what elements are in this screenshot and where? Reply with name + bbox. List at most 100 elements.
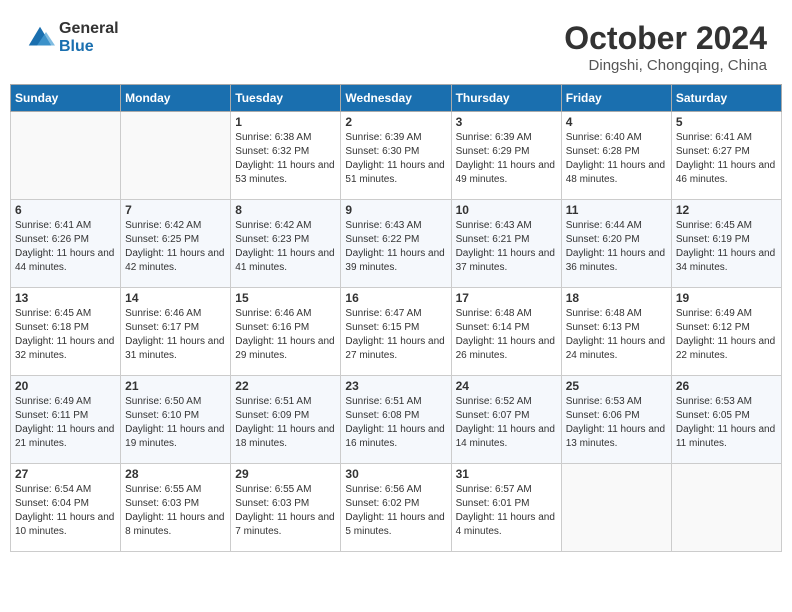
day-number: 3: [456, 115, 557, 129]
day-number: 24: [456, 379, 557, 393]
calendar-cell: 31Sunrise: 6:57 AM Sunset: 6:01 PM Dayli…: [451, 464, 561, 552]
logo-icon: [25, 23, 55, 53]
day-number: 14: [125, 291, 226, 305]
day-number: 30: [345, 467, 446, 481]
day-info: Sunrise: 6:44 AM Sunset: 6:20 PM Dayligh…: [566, 219, 667, 275]
weekday-header: Sunday: [11, 85, 121, 112]
day-number: 31: [456, 467, 557, 481]
calendar-cell: 1 Sunrise: 6:38 AM Sunset: 6:32 PM Daylig…: [231, 112, 341, 200]
day-number: 29: [235, 467, 336, 481]
day-number: 1: [235, 115, 336, 129]
calendar-week-row: 27 Sunrise: 6:54 AM Sunset: 6:04 PM Dayli…: [11, 464, 782, 552]
calendar-cell: [121, 112, 231, 200]
calendar-week-row: 13 Sunrise: 6:45 AM Sunset: 6:18 PM Dayli…: [11, 288, 782, 376]
day-number: 18: [566, 291, 667, 305]
calendar-cell: 8 Sunrise: 6:42 AM Sunset: 6:23 PM Daylig…: [231, 200, 341, 288]
day-info: Sunrise: 6:50 AM Sunset: 6:10 PM Dayligh…: [125, 395, 226, 451]
day-number: 5: [676, 115, 777, 129]
day-info: Sunrise: 6:46 AM Sunset: 6:17 PM Dayligh…: [125, 307, 226, 363]
day-number: 28: [125, 467, 226, 481]
day-info: Sunrise: 6:43 AM Sunset: 6:22 PM Dayligh…: [345, 219, 446, 275]
day-info: Sunrise: 6:41 AM Sunset: 6:27 PM Dayligh…: [676, 131, 777, 187]
page-header: General Blue October 2024 Dingshi, Chong…: [10, 10, 782, 79]
calendar-cell: [561, 464, 671, 552]
month-title: October 2024: [564, 20, 767, 57]
calendar-cell: 15 Sunrise: 6:46 AM Sunset: 6:16 PM Dayli…: [231, 288, 341, 376]
weekday-header: Friday: [561, 85, 671, 112]
day-info: Sunrise: 6:55 AM Sunset: 6:03 PM Dayligh…: [125, 483, 226, 539]
calendar-week-row: 6Sunrise: 6:41 AM Sunset: 6:26 PM Daylig…: [11, 200, 782, 288]
day-number: 9: [345, 203, 446, 217]
day-info: Sunrise: 6:45 AM Sunset: 6:19 PM Dayligh…: [676, 219, 777, 275]
day-info: Sunrise: 6:41 AM Sunset: 6:26 PM Dayligh…: [15, 219, 116, 275]
day-number: 26: [676, 379, 777, 393]
calendar-cell: 2 Sunrise: 6:39 AM Sunset: 6:30 PM Daylig…: [341, 112, 451, 200]
day-info: Sunrise: 6:56 AM Sunset: 6:02 PM Dayligh…: [345, 483, 446, 539]
day-info: Sunrise: 6:43 AM Sunset: 6:21 PM Dayligh…: [456, 219, 557, 275]
calendar-cell: 26 Sunrise: 6:53 AM Sunset: 6:05 PM Dayli…: [671, 376, 781, 464]
day-number: 7: [125, 203, 226, 217]
calendar-cell: 9 Sunrise: 6:43 AM Sunset: 6:22 PM Daylig…: [341, 200, 451, 288]
day-info: Sunrise: 6:53 AM Sunset: 6:06 PM Dayligh…: [566, 395, 667, 451]
day-number: 20: [15, 379, 116, 393]
weekday-header: Saturday: [671, 85, 781, 112]
day-info: Sunrise: 6:48 AM Sunset: 6:14 PM Dayligh…: [456, 307, 557, 363]
day-info: Sunrise: 6:49 AM Sunset: 6:11 PM Dayligh…: [15, 395, 116, 451]
day-info: Sunrise: 6:47 AM Sunset: 6:15 PM Dayligh…: [345, 307, 446, 363]
day-info: Sunrise: 6:39 AM Sunset: 6:30 PM Dayligh…: [345, 131, 446, 187]
day-number: 11: [566, 203, 667, 217]
day-info: Sunrise: 6:51 AM Sunset: 6:09 PM Dayligh…: [235, 395, 336, 451]
day-number: 17: [456, 291, 557, 305]
calendar-cell: [11, 112, 121, 200]
calendar-cell: 16 Sunrise: 6:47 AM Sunset: 6:15 PM Dayli…: [341, 288, 451, 376]
day-info: Sunrise: 6:48 AM Sunset: 6:13 PM Dayligh…: [566, 307, 667, 363]
calendar-cell: 20 Sunrise: 6:49 AM Sunset: 6:11 PM Dayli…: [11, 376, 121, 464]
day-number: 4: [566, 115, 667, 129]
day-number: 19: [676, 291, 777, 305]
day-info: Sunrise: 6:39 AM Sunset: 6:29 PM Dayligh…: [456, 131, 557, 187]
calendar-cell: 14 Sunrise: 6:46 AM Sunset: 6:17 PM Dayli…: [121, 288, 231, 376]
day-info: Sunrise: 6:53 AM Sunset: 6:05 PM Dayligh…: [676, 395, 777, 451]
day-number: 10: [456, 203, 557, 217]
calendar-cell: 25 Sunrise: 6:53 AM Sunset: 6:06 PM Dayli…: [561, 376, 671, 464]
weekday-header: Wednesday: [341, 85, 451, 112]
calendar-cell: 29Sunrise: 6:55 AM Sunset: 6:03 PM Dayli…: [231, 464, 341, 552]
day-number: 16: [345, 291, 446, 305]
calendar-cell: 10 Sunrise: 6:43 AM Sunset: 6:21 PM Dayli…: [451, 200, 561, 288]
logo-blue: Blue: [59, 38, 119, 56]
calendar-cell: [671, 464, 781, 552]
day-number: 13: [15, 291, 116, 305]
day-number: 2: [345, 115, 446, 129]
day-info: Sunrise: 6:46 AM Sunset: 6:16 PM Dayligh…: [235, 307, 336, 363]
weekday-header: Tuesday: [231, 85, 341, 112]
calendar-cell: 28 Sunrise: 6:55 AM Sunset: 6:03 PM Dayli…: [121, 464, 231, 552]
day-info: Sunrise: 6:45 AM Sunset: 6:18 PM Dayligh…: [15, 307, 116, 363]
calendar-week-row: 1 Sunrise: 6:38 AM Sunset: 6:32 PM Daylig…: [11, 112, 782, 200]
day-info: Sunrise: 6:42 AM Sunset: 6:23 PM Dayligh…: [235, 219, 336, 275]
calendar-cell: 5 Sunrise: 6:41 AM Sunset: 6:27 PM Daylig…: [671, 112, 781, 200]
calendar-cell: 30 Sunrise: 6:56 AM Sunset: 6:02 PM Dayli…: [341, 464, 451, 552]
day-info: Sunrise: 6:38 AM Sunset: 6:32 PM Dayligh…: [235, 131, 336, 187]
day-number: 23: [345, 379, 446, 393]
calendar-cell: 22Sunrise: 6:51 AM Sunset: 6:09 PM Dayli…: [231, 376, 341, 464]
calendar-cell: 6Sunrise: 6:41 AM Sunset: 6:26 PM Daylig…: [11, 200, 121, 288]
calendar-cell: 23 Sunrise: 6:51 AM Sunset: 6:08 PM Dayli…: [341, 376, 451, 464]
calendar-cell: 18 Sunrise: 6:48 AM Sunset: 6:13 PM Dayli…: [561, 288, 671, 376]
day-info: Sunrise: 6:54 AM Sunset: 6:04 PM Dayligh…: [15, 483, 116, 539]
location: Dingshi, Chongqing, China: [564, 57, 767, 74]
calendar-cell: 21Sunrise: 6:50 AM Sunset: 6:10 PM Dayli…: [121, 376, 231, 464]
day-info: Sunrise: 6:51 AM Sunset: 6:08 PM Dayligh…: [345, 395, 446, 451]
weekday-header: Thursday: [451, 85, 561, 112]
calendar-cell: 3 Sunrise: 6:39 AM Sunset: 6:29 PM Daylig…: [451, 112, 561, 200]
calendar-cell: 24 Sunrise: 6:52 AM Sunset: 6:07 PM Dayli…: [451, 376, 561, 464]
day-number: 25: [566, 379, 667, 393]
day-info: Sunrise: 6:40 AM Sunset: 6:28 PM Dayligh…: [566, 131, 667, 187]
day-number: 8: [235, 203, 336, 217]
day-info: Sunrise: 6:52 AM Sunset: 6:07 PM Dayligh…: [456, 395, 557, 451]
day-info: Sunrise: 6:49 AM Sunset: 6:12 PM Dayligh…: [676, 307, 777, 363]
day-number: 27: [15, 467, 116, 481]
day-number: 15: [235, 291, 336, 305]
logo: General Blue: [25, 20, 119, 55]
day-number: 12: [676, 203, 777, 217]
calendar-cell: 27 Sunrise: 6:54 AM Sunset: 6:04 PM Dayli…: [11, 464, 121, 552]
